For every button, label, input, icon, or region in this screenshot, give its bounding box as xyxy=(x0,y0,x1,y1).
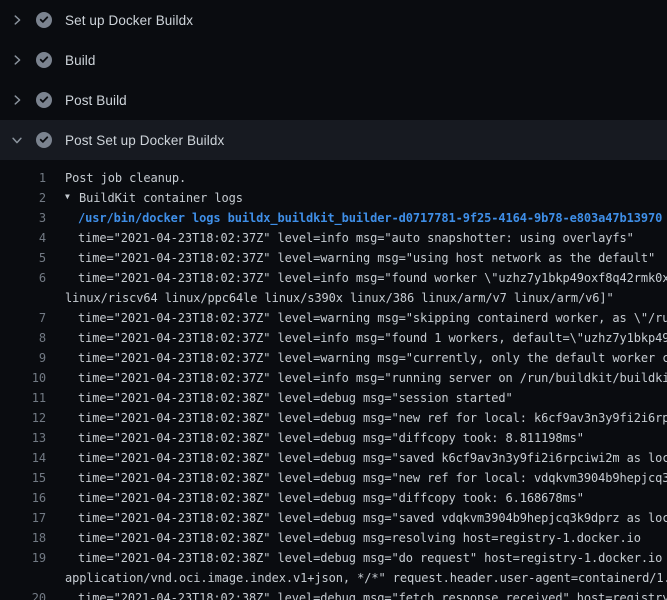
log-line-text: time="2021-04-23T18:02:38Z" level=debug … xyxy=(78,548,667,568)
log-line: 6 ▼ time="2021-04-23T18:02:37Z" level=in… xyxy=(0,268,667,288)
log-line: 10 ▼ time="2021-04-23T18:02:37Z" level=i… xyxy=(0,368,667,388)
chevron-down-icon xyxy=(10,132,36,148)
log-line-number[interactable]: 3 xyxy=(0,208,46,228)
triangle-down-icon[interactable]: ▼ xyxy=(65,188,79,207)
step-label: Set up Docker Buildx xyxy=(65,13,193,28)
log-line: 11 ▼ time="2021-04-23T18:02:38Z" level=d… xyxy=(0,388,667,408)
log-line-text: time="2021-04-23T18:02:38Z" level=debug … xyxy=(78,428,584,448)
log-line-text: time="2021-04-23T18:02:38Z" level=debug … xyxy=(78,468,667,488)
log-line-number[interactable]: 17 xyxy=(0,508,46,528)
log-line-text: Post job cleanup. xyxy=(65,168,186,188)
log-line-number[interactable]: 5 xyxy=(0,248,46,268)
log-line-number[interactable]: 4 xyxy=(0,228,46,248)
log-line: 2 ▼ BuildKit container logs xyxy=(0,188,667,208)
log-line: 19 ▼ time="2021-04-23T18:02:38Z" level=d… xyxy=(0,548,667,568)
log-line-text: time="2021-04-23T18:02:38Z" level=debug … xyxy=(78,488,584,508)
log-line: 14 ▼ time="2021-04-23T18:02:38Z" level=d… xyxy=(0,448,667,468)
log-line-number[interactable]: 16 xyxy=(0,488,46,508)
log-line-text: time="2021-04-23T18:02:38Z" level=debug … xyxy=(78,508,667,528)
log-line: 3 ▼ /usr/bin/docker logs buildx_buildkit… xyxy=(0,208,667,228)
log-line: ▼ linux/riscv64 linux/ppc64le linux/s390… xyxy=(0,288,667,308)
log-line-text: time="2021-04-23T18:02:37Z" level=info m… xyxy=(78,368,667,388)
log-line: 8 ▼ time="2021-04-23T18:02:37Z" level=in… xyxy=(0,328,667,348)
log-line-text: time="2021-04-23T18:02:37Z" level=info m… xyxy=(78,268,667,288)
log-line-number[interactable]: 15 xyxy=(0,468,46,488)
step-label: Build xyxy=(65,53,96,68)
log-line-text: time="2021-04-23T18:02:38Z" level=debug … xyxy=(78,448,667,468)
log-line-text[interactable]: BuildKit container logs xyxy=(79,188,243,208)
log-line-text: time="2021-04-23T18:02:37Z" level=warnin… xyxy=(78,308,667,328)
log-line-text: linux/riscv64 linux/ppc64le linux/s390x … xyxy=(65,288,614,308)
log-line: 18 ▼ time="2021-04-23T18:02:38Z" level=d… xyxy=(0,528,667,548)
log-line: 16 ▼ time="2021-04-23T18:02:38Z" level=d… xyxy=(0,488,667,508)
step-list: Set up Docker Buildx Build Post Build xyxy=(0,0,667,160)
step-row-build[interactable]: Build xyxy=(0,40,667,80)
log-line-text: application/vnd.oci.image.index.v1+json,… xyxy=(65,568,667,588)
log-line-text: time="2021-04-23T18:02:38Z" level=debug … xyxy=(78,408,667,428)
log-line-number[interactable]: 6 xyxy=(0,268,46,288)
log-line: 4 ▼ time="2021-04-23T18:02:37Z" level=in… xyxy=(0,228,667,248)
log-line-number[interactable]: 8 xyxy=(0,328,46,348)
chevron-right-icon xyxy=(10,12,36,28)
log-line: 5 ▼ time="2021-04-23T18:02:37Z" level=wa… xyxy=(0,248,667,268)
log-line: 13 ▼ time="2021-04-23T18:02:38Z" level=d… xyxy=(0,428,667,448)
step-label: Post Build xyxy=(65,93,127,108)
log-line-text: time="2021-04-23T18:02:37Z" level=warnin… xyxy=(78,248,655,268)
check-circle-icon xyxy=(36,92,52,108)
log-output: 1 ▼ Post job cleanup. 2 ▼ BuildKit conta… xyxy=(0,160,667,600)
chevron-right-icon xyxy=(10,52,36,68)
log-line-number[interactable] xyxy=(0,288,46,308)
log-line-text: time="2021-04-23T18:02:37Z" level=info m… xyxy=(78,228,634,248)
log-line: 7 ▼ time="2021-04-23T18:02:37Z" level=wa… xyxy=(0,308,667,328)
check-circle-icon xyxy=(36,132,52,148)
log-line-number[interactable]: 20 xyxy=(0,588,46,600)
log-line: 20 ▼ time="2021-04-23T18:02:38Z" level=d… xyxy=(0,588,667,600)
log-line-number[interactable]: 13 xyxy=(0,428,46,448)
log-line-text: time="2021-04-23T18:02:37Z" level=info m… xyxy=(78,328,667,348)
log-line: 1 ▼ Post job cleanup. xyxy=(0,168,667,188)
step-row-post-build[interactable]: Post Build xyxy=(0,80,667,120)
log-line-number[interactable]: 1 xyxy=(0,168,46,188)
log-line: 9 ▼ time="2021-04-23T18:02:37Z" level=wa… xyxy=(0,348,667,368)
check-circle-icon xyxy=(36,12,52,28)
log-line-text: time="2021-04-23T18:02:37Z" level=warnin… xyxy=(78,348,667,368)
log-line-number[interactable]: 10 xyxy=(0,368,46,388)
step-label: Post Set up Docker Buildx xyxy=(65,133,224,148)
log-line-text: time="2021-04-23T18:02:38Z" level=debug … xyxy=(78,588,667,600)
log-line: 15 ▼ time="2021-04-23T18:02:38Z" level=d… xyxy=(0,468,667,488)
log-line-number[interactable]: 7 xyxy=(0,308,46,328)
actions-log-viewer: Set up Docker Buildx Build Post Build xyxy=(0,0,667,600)
log-line-text: time="2021-04-23T18:02:38Z" level=debug … xyxy=(78,528,641,548)
log-line-number[interactable]: 14 xyxy=(0,448,46,468)
check-circle-icon xyxy=(36,52,52,68)
log-line-number[interactable]: 18 xyxy=(0,528,46,548)
log-line-number[interactable]: 2 xyxy=(0,188,46,208)
log-line-number[interactable]: 11 xyxy=(0,388,46,408)
log-line: 17 ▼ time="2021-04-23T18:02:38Z" level=d… xyxy=(0,508,667,528)
log-line: ▼ application/vnd.oci.image.index.v1+jso… xyxy=(0,568,667,588)
log-line-text: time="2021-04-23T18:02:38Z" level=debug … xyxy=(78,388,513,408)
step-row-post-set-up-docker-buildx[interactable]: Post Set up Docker Buildx xyxy=(0,120,667,160)
log-line-number[interactable]: 19 xyxy=(0,548,46,568)
chevron-right-icon xyxy=(10,92,36,108)
log-line-number[interactable] xyxy=(0,568,46,588)
log-line-text: /usr/bin/docker logs buildx_buildkit_bui… xyxy=(78,208,662,228)
log-line-number[interactable]: 12 xyxy=(0,408,46,428)
step-row-set-up-docker-buildx[interactable]: Set up Docker Buildx xyxy=(0,0,667,40)
log-line-number[interactable]: 9 xyxy=(0,348,46,368)
log-line: 12 ▼ time="2021-04-23T18:02:38Z" level=d… xyxy=(0,408,667,428)
